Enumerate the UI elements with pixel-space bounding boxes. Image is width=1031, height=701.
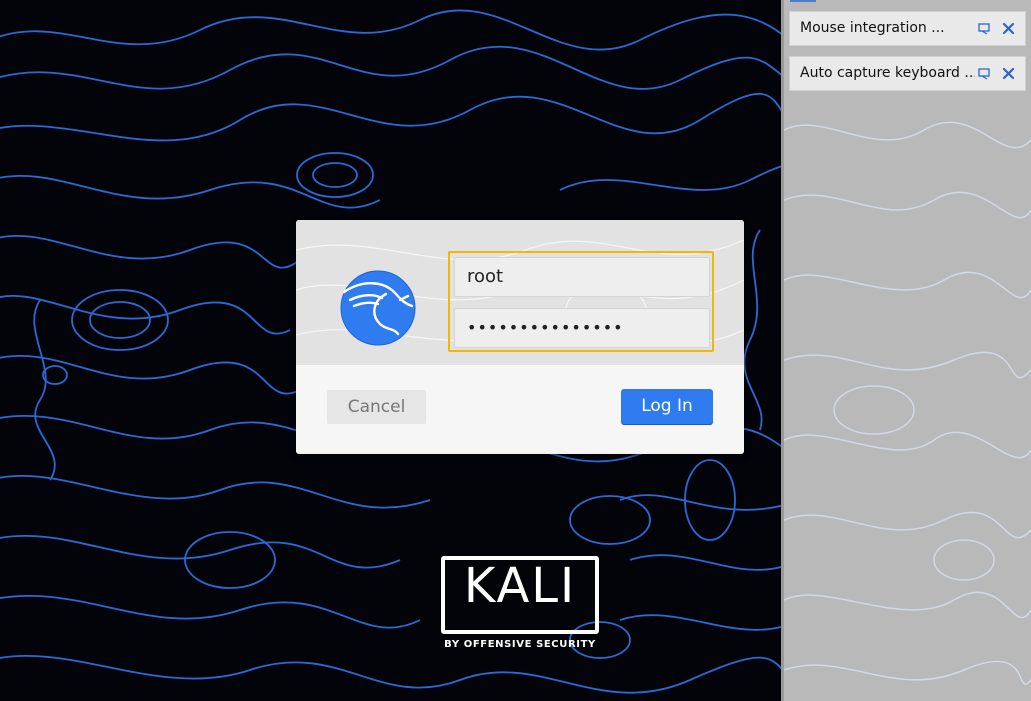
login-header: root •••••••••••••••: [296, 220, 744, 365]
close-icon[interactable]: [1002, 67, 1015, 80]
password-field[interactable]: •••••••••••••••: [454, 308, 710, 348]
kali-wordmark: KALI: [463, 558, 577, 614]
credentials-group: root •••••••••••••••: [448, 251, 714, 352]
notification-auto-capture-keyboard[interactable]: Auto capture keyboard ...: [789, 56, 1026, 91]
username-field[interactable]: root: [454, 257, 710, 297]
pin-icon[interactable]: [978, 22, 991, 35]
vm-display[interactable]: root ••••••••••••••• Cancel Log In KALI …: [0, 0, 781, 701]
panel-tab-indicator: [790, 0, 816, 2]
kali-tagline: BY OFFENSIVE SECURITY: [444, 639, 596, 650]
panel-background-pattern: [784, 121, 1031, 685]
notification-panel: Mouse integration ... Auto capture keybo…: [784, 0, 1031, 701]
kali-logo: KALI: [441, 556, 599, 634]
notification-mouse-integration[interactable]: Mouse integration ...: [789, 11, 1026, 46]
cancel-button[interactable]: Cancel: [327, 390, 426, 424]
close-icon[interactable]: [1002, 22, 1015, 35]
pin-icon[interactable]: [978, 67, 991, 80]
login-button[interactable]: Log In: [621, 389, 713, 424]
login-dialog: root ••••••••••••••• Cancel Log In: [296, 220, 744, 454]
kali-dragon-icon: [340, 270, 416, 346]
login-actions: Cancel Log In: [296, 365, 744, 452]
notification-text: Mouse integration ...: [800, 20, 945, 36]
notification-text: Auto capture keyboard ...: [800, 65, 975, 81]
